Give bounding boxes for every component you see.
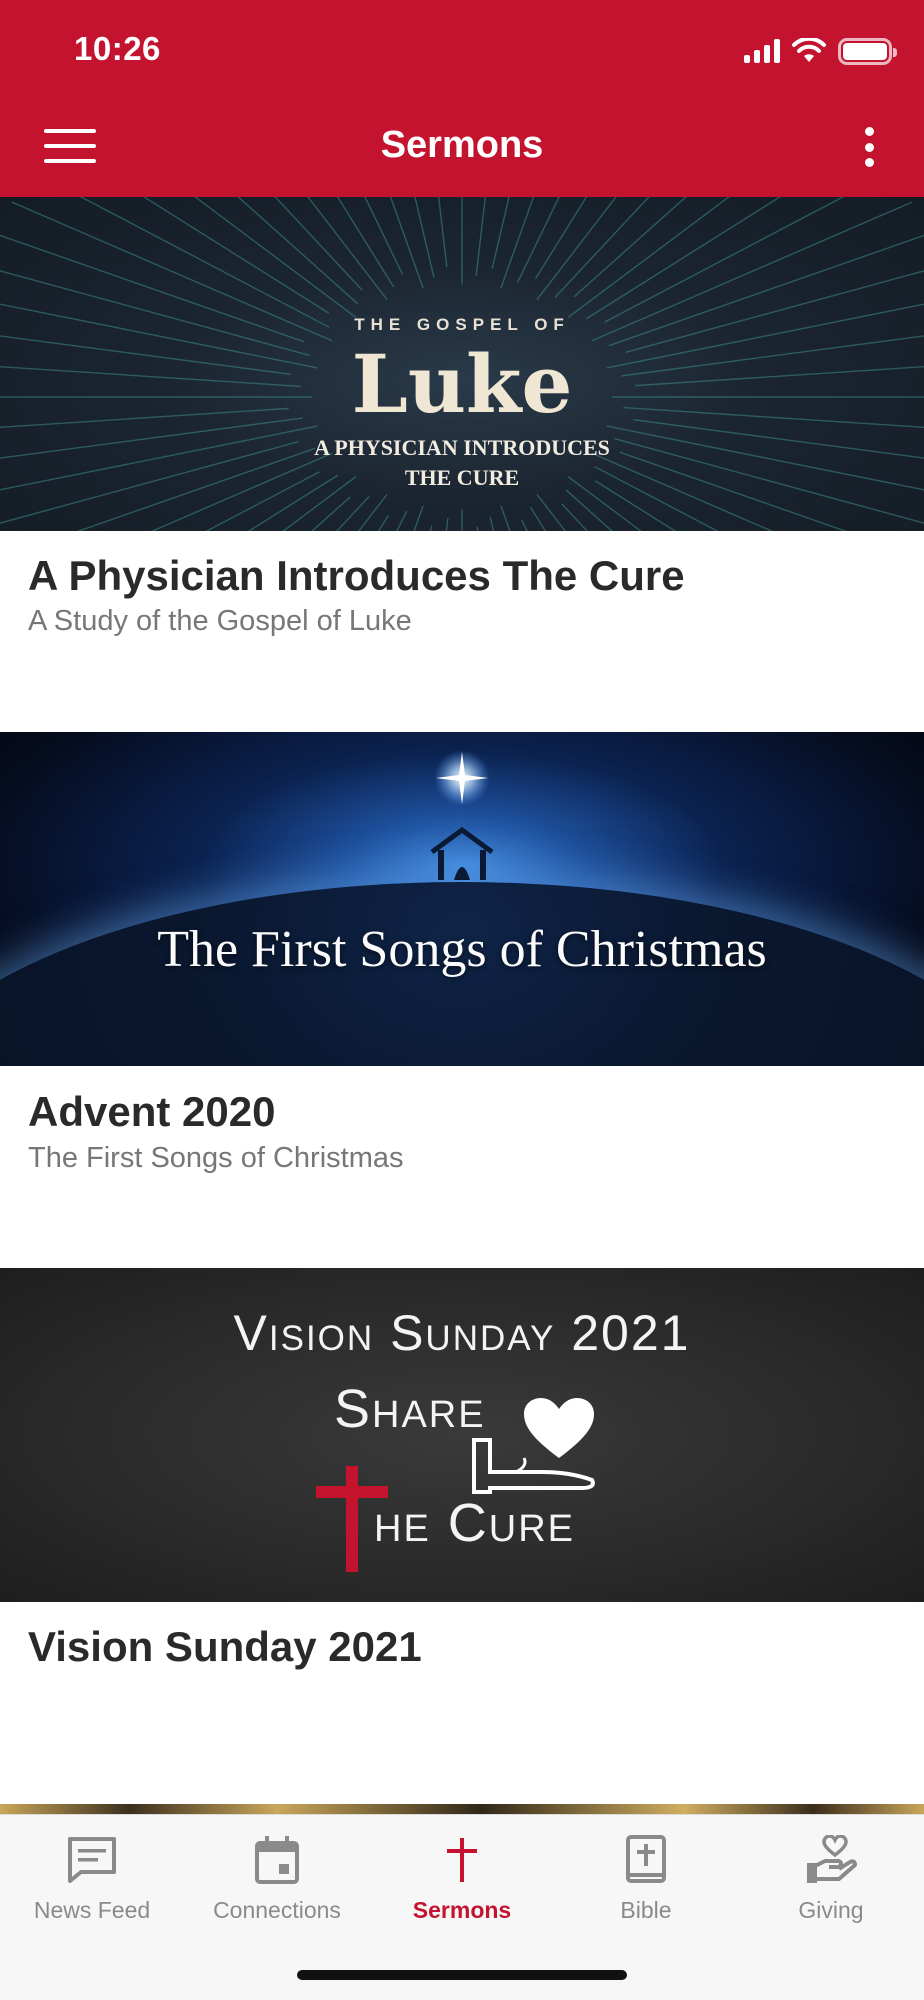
tab-sermons[interactable]: Sermons: [370, 1815, 554, 1945]
sermon-subtitle: The First Songs of Christmas: [28, 1142, 404, 1174]
ray-line: [604, 197, 845, 323]
app-header: 10:26 Sermons: [0, 0, 924, 197]
tab-label: News Feed: [33, 1897, 151, 1923]
star-icon: [434, 750, 490, 806]
giving-icon: [804, 1833, 858, 1887]
ray-line: [567, 197, 730, 319]
ray-line: [437, 197, 448, 268]
ray-line: [414, 197, 435, 278]
sermon-card-advent[interactable]: The First Songs of Christmas Advent 2020…: [0, 732, 924, 1268]
ray-line: [357, 494, 388, 531]
ray-line: [142, 197, 330, 314]
more-options-button[interactable]: [854, 124, 884, 170]
ray-line: [445, 517, 449, 531]
banner-text: Share: [334, 1379, 486, 1439]
banner-text: Vision Sunday 2021: [233, 1305, 691, 1361]
ray-line: [489, 516, 495, 531]
ray-line: [475, 197, 487, 277]
tab-connections[interactable]: Connections: [185, 1815, 369, 1945]
ray-line: [536, 494, 567, 531]
ray-line: [237, 197, 359, 305]
sermon-banner-advent[interactable]: The First Songs of Christmas: [0, 732, 924, 1066]
tab-bible[interactable]: Bible: [554, 1815, 738, 1945]
ray-line: [274, 197, 363, 291]
banner-text: Luke: [351, 337, 573, 431]
banner-text: THE GOSPEL OF: [354, 315, 570, 334]
sermon-title[interactable]: Advent 2020: [28, 1088, 275, 1136]
cross-icon: [435, 1833, 489, 1887]
sermon-title[interactable]: A Physician Introduces The Cure: [28, 552, 685, 600]
sermon-banner-vision[interactable]: Vision Sunday 2021 Share he Cure: [0, 1268, 924, 1602]
page-title: Sermons: [380, 124, 544, 166]
tab-label: Sermons: [412, 1897, 512, 1923]
cellular-signal-icon: [744, 39, 780, 63]
ray-line: [561, 503, 589, 531]
calendar-icon: [250, 1833, 304, 1887]
sermon-title[interactable]: Vision Sunday 2021: [28, 1623, 422, 1671]
ray-line: [554, 197, 650, 298]
sermon-card-luke[interactable]: THE GOSPEL OF Luke A PHYSICIAN INTRODUCE…: [0, 197, 924, 732]
ray-line: [194, 197, 357, 319]
tab-giving[interactable]: Giving: [739, 1815, 923, 1945]
stable-icon: [430, 826, 494, 880]
ray-line: [573, 197, 687, 298]
ray-line: [536, 197, 617, 300]
banner-text: A PHYSICIAN INTRODUCES THE CURE: [314, 435, 610, 490]
banner-text: he Cure: [374, 1493, 576, 1553]
battery-icon: [838, 37, 897, 65]
ray-line: [79, 197, 330, 328]
ray-line: [491, 197, 510, 269]
ray-line: [500, 197, 535, 289]
tab-label: Bible: [620, 1897, 672, 1923]
tab-label: Connections: [213, 1897, 341, 1923]
sermon-banner-luke[interactable]: THE GOSPEL OF Luke A PHYSICIAN INTRODUCE…: [0, 197, 924, 531]
ray-line: [585, 197, 782, 320]
ray-line: [565, 489, 613, 531]
ray-line: [307, 197, 388, 300]
ray-line: [389, 197, 424, 289]
tab-news-feed[interactable]: News Feed: [0, 1815, 184, 1945]
ray-line: [529, 506, 547, 531]
status-icons: [744, 36, 897, 66]
wifi-icon: [792, 38, 826, 62]
news-feed-icon: [65, 1833, 119, 1887]
status-time: 10:26: [74, 30, 161, 67]
bible-icon: [619, 1833, 673, 1887]
hand-icon: [472, 1438, 595, 1494]
ray-line: [364, 197, 404, 275]
home-indicator[interactable]: [297, 1970, 627, 1980]
ray-line: [335, 496, 370, 531]
tab-label: Giving: [798, 1897, 864, 1923]
banner-text: The First Songs of Christmas: [157, 921, 767, 978]
sermon-subtitle: A Study of the Gospel of Luke: [28, 605, 412, 637]
sermon-card-vision[interactable]: Vision Sunday 2021 Share he Cure Vision …: [0, 1268, 924, 1804]
